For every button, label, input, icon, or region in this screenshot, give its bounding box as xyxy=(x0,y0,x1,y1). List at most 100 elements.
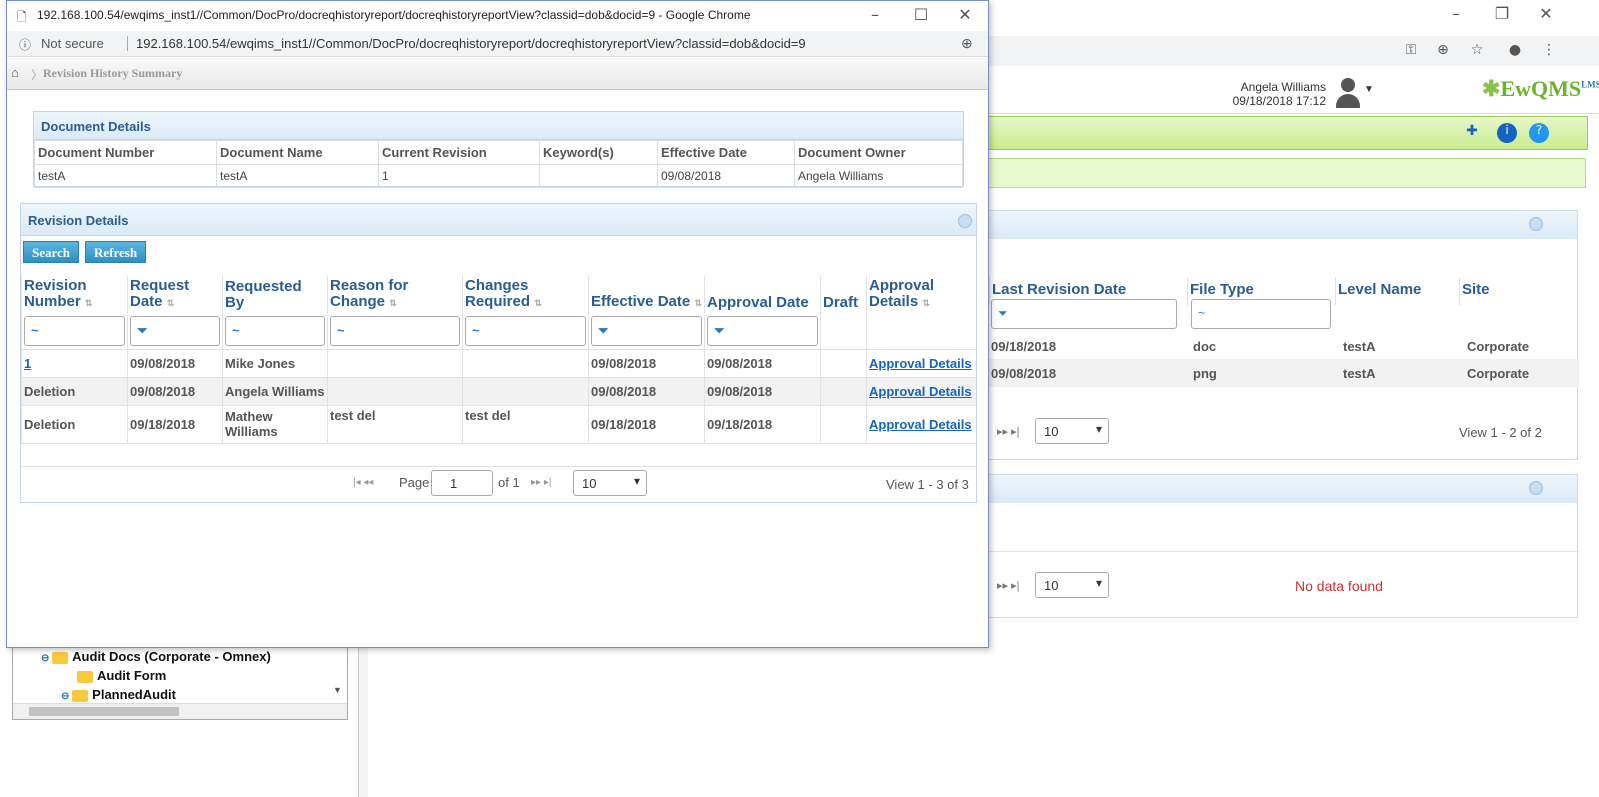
approval-details-link[interactable]: Approval Details xyxy=(869,356,972,371)
pager-next-icon[interactable]: ▸▸ ▸| xyxy=(997,579,1019,592)
cell: Deletion xyxy=(21,377,128,406)
filter-file-type[interactable]: ~ xyxy=(1191,299,1331,329)
page-input[interactable]: 1 xyxy=(431,470,493,496)
col-document-number: Document Number xyxy=(34,140,217,165)
popup-address-bar[interactable]: ⓘ Not secure 192.168.100.54/ewqims_inst1… xyxy=(7,31,988,57)
revision-link[interactable]: 1 xyxy=(24,356,31,371)
cell: 09/08/2018 xyxy=(704,377,821,406)
page-label: Page xyxy=(399,475,430,490)
table-row[interactable]: Deletion 09/08/2018 Angela Williams 09/0… xyxy=(21,377,976,406)
bg-restore-icon[interactable]: ❐ xyxy=(1482,4,1522,26)
col-revision-number[interactable]: Revision Number ⇅ xyxy=(21,276,128,313)
cell: doc xyxy=(1193,339,1217,354)
cell: testA xyxy=(1343,366,1376,381)
refresh-button[interactable]: Refresh xyxy=(85,241,147,263)
col-site[interactable]: Site xyxy=(1459,277,1549,305)
filter-reason-for-change[interactable]: ~ xyxy=(330,315,460,346)
help-icon[interactable]: ? xyxy=(1529,123,1549,143)
tree-node[interactable]: ⊖ PlannedAudit xyxy=(61,687,176,702)
breadcrumb: ⌂ 〉 Revision History Summary xyxy=(7,58,988,90)
url-text[interactable]: 192.168.100.54/ewqims_inst1//Common/DocP… xyxy=(127,36,806,51)
page-icon: 🗋 xyxy=(17,10,27,24)
filter-requested-by[interactable]: ~ xyxy=(225,315,325,346)
info-icon[interactable]: i xyxy=(1497,123,1517,143)
table-row[interactable]: 1 09/08/2018 Mike Jones 09/08/2018 09/08… xyxy=(21,348,976,378)
key-icon[interactable]: ⚿ xyxy=(1402,42,1420,60)
bg-minimize-icon[interactable]: – xyxy=(1436,4,1476,26)
zoom-icon[interactable]: ⊕ xyxy=(961,35,973,52)
maximize-icon[interactable]: ☐ xyxy=(901,5,941,27)
tree-scrollbar[interactable] xyxy=(13,703,347,719)
scroll-down-icon[interactable]: ▼ xyxy=(333,685,342,695)
star-icon[interactable]: ☆ xyxy=(1468,42,1486,60)
col-effective-date[interactable]: Effective Date ⇅ xyxy=(588,276,705,313)
cell: Corporate xyxy=(1467,339,1530,354)
collapse-icon[interactable] xyxy=(1529,217,1543,231)
cell: 09/08/2018 xyxy=(657,164,795,188)
page-size-select[interactable]: 10 xyxy=(1035,572,1109,598)
pin-icon[interactable]: ✚ xyxy=(1463,123,1481,141)
info-circle-icon[interactable]: ⓘ xyxy=(19,36,31,53)
zoom-icon[interactable]: ⊕ xyxy=(1434,42,1452,60)
menu-icon[interactable]: ⋮ xyxy=(1540,42,1558,60)
folder-tree: ⊖ Audit Docs (Corporate - Omnex) Audit F… xyxy=(12,640,348,720)
minimize-icon[interactable]: – xyxy=(855,5,895,27)
page-size-select[interactable]: 10 xyxy=(573,470,647,496)
cell xyxy=(462,377,589,406)
cell: 09/08/2018 xyxy=(991,366,1057,381)
filter-request-date[interactable]: ⏷ xyxy=(130,315,220,346)
col-level-name[interactable]: Level Name xyxy=(1335,277,1459,305)
approval-details-link[interactable]: Approval Details xyxy=(869,417,972,432)
cell: Angela Williams xyxy=(794,164,963,188)
col-reason-for-change[interactable]: Reason for Change ⇅ xyxy=(327,276,463,313)
cell: 09/18/2018 xyxy=(588,405,705,444)
cell: Mike Jones xyxy=(222,348,328,378)
filter-changes-required[interactable]: ~ xyxy=(465,315,586,346)
breadcrumb-item[interactable]: Revision History Summary xyxy=(43,66,182,81)
cell: 09/08/2018 xyxy=(127,377,223,406)
bg-address-bar[interactable]: ⚿ ⊕ ☆ ● ⋮ xyxy=(988,36,1599,66)
cell: testA xyxy=(216,164,379,188)
home-icon[interactable]: ⌂ xyxy=(11,65,19,80)
filter-approval-date[interactable]: ⏷ xyxy=(707,315,818,346)
collapse-icon[interactable] xyxy=(1529,481,1543,495)
approval-details-link[interactable]: Approval Details xyxy=(869,384,972,399)
col-draft[interactable]: Draft xyxy=(820,276,867,313)
col-approval-details[interactable]: Approval Details ⇅ xyxy=(866,276,976,313)
tree-node[interactable]: Audit Form xyxy=(77,668,166,683)
cell: 09/08/2018 xyxy=(588,348,705,378)
pager-next-last-icon[interactable]: ▸▸ ▸| xyxy=(531,477,551,488)
user-datetime: 09/18/2018 17:12 xyxy=(1232,94,1326,108)
cell: Angela Williams xyxy=(222,377,328,406)
user-name: Angela Williams xyxy=(1240,80,1326,94)
col-effective-date: Effective Date xyxy=(657,140,795,165)
profile-icon[interactable]: ● xyxy=(1506,42,1524,60)
close-icon[interactable]: ✕ xyxy=(945,5,985,27)
logo: ✱EwQMSLMS xyxy=(1482,76,1599,101)
collapse-icon[interactable] xyxy=(958,214,972,228)
col-document-name: Document Name xyxy=(216,140,379,165)
bg-toolbar: ✚ i ? xyxy=(988,116,1588,150)
search-button[interactable]: Search xyxy=(23,241,80,263)
filter-last-revision-date[interactable]: ⏷ xyxy=(991,299,1177,329)
table-row[interactable]: Deletion 09/18/2018 Mathew Williams test… xyxy=(21,405,976,444)
revision-table: Revision Number ⇅ Request Date ⇅ Request… xyxy=(21,276,976,444)
filter-revision-number[interactable]: ~ xyxy=(24,315,125,346)
col-request-date[interactable]: Request Date ⇅ xyxy=(127,276,223,313)
panel-title: Revision Details xyxy=(21,204,976,236)
col-changes-required[interactable]: Changes Required ⇅ xyxy=(462,276,589,313)
window-title: 192.168.100.54/ewqims_inst1//Common/DocP… xyxy=(37,8,751,22)
col-requested-by[interactable]: Requested By xyxy=(222,276,328,313)
user-dropdown-icon[interactable]: ▼ xyxy=(1364,84,1374,95)
filter-effective-date[interactable]: ⏷ xyxy=(591,315,702,346)
cell xyxy=(820,348,867,378)
pager-first-prev-icon[interactable]: |◂ ◂◂ xyxy=(353,477,373,488)
cell: 1 xyxy=(378,164,540,188)
bg-close-icon[interactable]: ✕ xyxy=(1526,4,1566,26)
page-size-select[interactable]: 10 xyxy=(1035,418,1109,444)
avatar[interactable] xyxy=(1334,76,1362,110)
pager-next-icon[interactable]: ▸▸ ▸| xyxy=(997,425,1019,438)
tree-node[interactable]: ⊖ Audit Docs (Corporate - Omnex) xyxy=(41,649,271,664)
col-document-owner: Document Owner xyxy=(794,140,963,165)
col-approval-date[interactable]: Approval Date xyxy=(704,276,821,313)
